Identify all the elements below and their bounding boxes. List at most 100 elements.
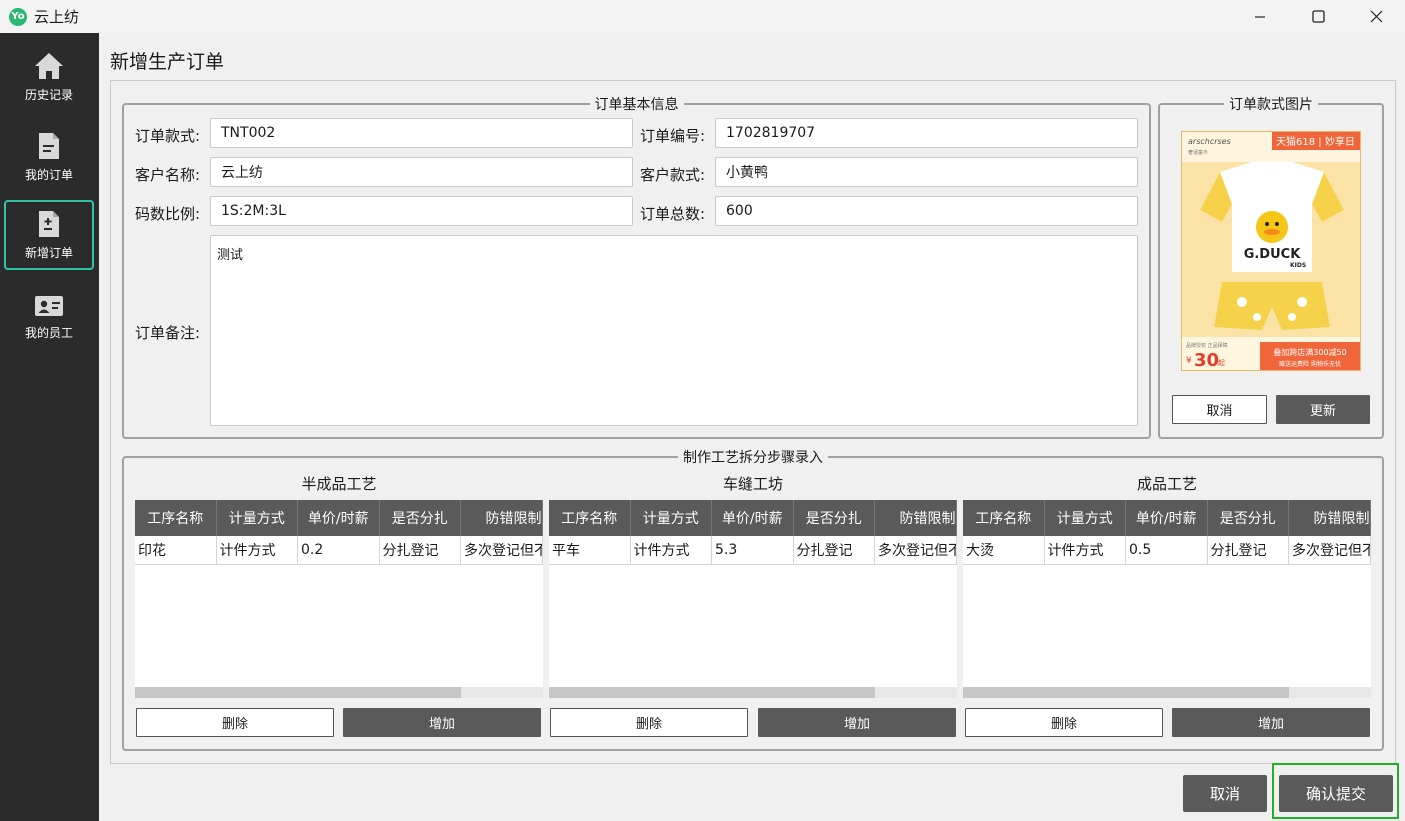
order-no-label: 订单编号: [640, 127, 706, 145]
table-cell[interactable]: 平车 [549, 536, 631, 564]
total-input[interactable]: 600 [715, 196, 1138, 226]
product-image[interactable]: arschcrses 奢适童® 天猫618 | 妙享日 G.DUCK KIDS … [1181, 131, 1361, 371]
horizontal-scrollbar[interactable] [963, 687, 1371, 698]
table-cell[interactable]: 大烫 [963, 536, 1045, 564]
scrollbar-thumb[interactable] [135, 687, 462, 698]
image-brand-sub-text: 奢适童® [1188, 149, 1208, 156]
image-promo-line2-text: 赠送运费险 购物乐无忧 [1279, 360, 1341, 368]
minimize-button[interactable] [1231, 0, 1289, 33]
maximize-icon [1311, 10, 1325, 23]
image-cancel-button[interactable]: 取消 [1172, 395, 1267, 424]
table-row[interactable]: 大烫 计件方式 0.5 分扎登记 多次登记但不 [963, 536, 1371, 565]
column-header[interactable]: 防错限制 [461, 500, 543, 536]
horizontal-scrollbar[interactable] [549, 687, 957, 698]
table-row[interactable]: 平车 计件方式 5.3 分扎登记 多次登记但不 [549, 536, 957, 565]
app-logo-icon: Yo [9, 7, 27, 26]
column-header[interactable]: 防错限制 [1289, 500, 1371, 536]
title-bar: Yo 云上纺 [0, 0, 1405, 33]
sidebar-item-label: 我的员工 [24, 325, 73, 340]
table-cell[interactable]: 分扎登记 [1208, 536, 1289, 564]
column-header[interactable]: 单价/时薪 [1126, 500, 1208, 536]
document-icon [39, 132, 59, 159]
column-header[interactable]: 是否分扎 [794, 500, 875, 536]
product-photo: arschcrses 奢适童® 天猫618 | 妙享日 G.DUCK KIDS … [1182, 132, 1360, 371]
image-price-text: 30 [1194, 350, 1219, 371]
process-table-sewing[interactable]: 工序名称 计量方式 单价/时薪 是否分扎 防错限制 平车 计件方式 5.3 分扎… [549, 500, 957, 698]
sidebar-item-history[interactable]: 历史记录 [4, 42, 94, 112]
table-header: 工序名称 计量方式 单价/时薪 是否分扎 防错限制 [963, 500, 1371, 536]
image-store-note-text: 品牌授权 正品保障 [1186, 342, 1228, 349]
customer-style-label: 客户款式: [640, 166, 706, 184]
add-button-sewing[interactable]: 增加 [758, 708, 956, 737]
id-card-icon [35, 295, 63, 316]
image-price-suffix-text: 起 [1218, 359, 1225, 367]
scrollbar-thumb[interactable] [549, 687, 876, 698]
horizontal-scrollbar[interactable] [135, 687, 543, 698]
home-icon [35, 52, 63, 79]
style-label: 订单款式: [135, 127, 201, 145]
table-cell[interactable]: 0.5 [1126, 536, 1208, 564]
table-cell[interactable]: 计件方式 [217, 536, 298, 564]
column-header[interactable]: 是否分扎 [380, 500, 461, 536]
column-header[interactable]: 计量方式 [217, 500, 298, 536]
table-row[interactable]: 印花 计件方式 0.2 分扎登记 多次登记但不 [135, 536, 543, 565]
size-ratio-input[interactable]: 1S:2M:3L [210, 196, 633, 226]
section-title-sewing: 车缝工坊 [722, 475, 783, 493]
column-header[interactable]: 是否分扎 [1208, 500, 1289, 536]
cancel-button[interactable]: 取消 [1183, 775, 1267, 812]
table-cell[interactable]: 分扎登记 [794, 536, 875, 564]
remark-textarea[interactable]: 测试 [210, 235, 1138, 426]
process-table-finished[interactable]: 工序名称 计量方式 单价/时薪 是否分扎 防错限制 大烫 计件方式 0.5 分扎… [963, 500, 1371, 698]
submit-button[interactable]: 确认提交 [1279, 775, 1393, 812]
customer-style-input[interactable]: 小黄鸭 [715, 157, 1138, 187]
order-no-input[interactable]: 1702819707 [715, 118, 1138, 148]
scrollbar-thumb[interactable] [963, 687, 1290, 698]
delete-button-semi[interactable]: 删除 [136, 708, 334, 737]
table-cell[interactable]: 多次登记但不 [1289, 536, 1371, 564]
table-cell[interactable]: 5.3 [712, 536, 794, 564]
image-logo-sub-text: KIDS [1290, 262, 1306, 269]
image-update-button[interactable]: 更新 [1276, 395, 1370, 424]
column-header[interactable]: 防错限制 [875, 500, 957, 536]
delete-button-finished[interactable]: 删除 [965, 708, 1163, 737]
app-logo-glyph: Yo [11, 11, 25, 22]
customer-input[interactable]: 云上纺 [210, 157, 633, 187]
image-price-prefix-text: ¥ [1186, 356, 1192, 366]
table-cell[interactable]: 计件方式 [631, 536, 712, 564]
sidebar-item-new-order[interactable]: 新增订单 [4, 200, 94, 270]
table-cell[interactable]: 计件方式 [1045, 536, 1126, 564]
add-button-semi[interactable]: 增加 [343, 708, 541, 737]
column-header[interactable]: 计量方式 [631, 500, 712, 536]
table-header: 工序名称 计量方式 单价/时薪 是否分扎 防错限制 [135, 500, 543, 536]
image-promo-line1-text: 叠加跨店满300减50 [1273, 347, 1346, 357]
delete-button-sewing[interactable]: 删除 [550, 708, 748, 737]
table-cell[interactable]: 分扎登记 [380, 536, 461, 564]
column-header[interactable]: 单价/时薪 [298, 500, 380, 536]
image-promo-tag-text: 天猫618 | 妙享日 [1276, 135, 1355, 148]
table-cell[interactable]: 印花 [135, 536, 217, 564]
close-button[interactable] [1347, 0, 1405, 33]
image-logo-text: G.DUCK [1244, 247, 1301, 262]
total-label: 订单总数: [640, 205, 706, 223]
column-header[interactable]: 工序名称 [963, 500, 1045, 536]
image-legend: 订单款式图片 [1229, 97, 1313, 113]
customer-label: 客户名称: [135, 166, 201, 184]
column-header[interactable]: 计量方式 [1045, 500, 1126, 536]
column-header[interactable]: 单价/时薪 [712, 500, 794, 536]
sidebar-item-my-staff[interactable]: 我的员工 [4, 282, 94, 352]
process-legend: 制作工艺拆分步骤录入 [683, 450, 823, 466]
table-cell[interactable]: 多次登记但不 [875, 536, 957, 564]
maximize-button[interactable] [1289, 0, 1347, 33]
sidebar-item-label: 我的订单 [24, 167, 73, 182]
sidebar: 历史记录 我的订单 新增订单 我的员工 [0, 33, 99, 821]
section-title-finished: 成品工艺 [1136, 475, 1197, 493]
style-input[interactable]: TNT002 [210, 118, 633, 148]
table-cell[interactable]: 0.2 [298, 536, 380, 564]
process-table-semi[interactable]: 工序名称 计量方式 单价/时薪 是否分扎 防错限制 印花 计件方式 0.2 分扎… [135, 500, 543, 698]
size-ratio-label: 码数比例: [135, 205, 201, 223]
column-header[interactable]: 工序名称 [549, 500, 631, 536]
table-cell[interactable]: 多次登记但不 [461, 536, 543, 564]
sidebar-item-my-orders[interactable]: 我的订单 [4, 122, 94, 192]
add-button-finished[interactable]: 增加 [1172, 708, 1370, 737]
column-header[interactable]: 工序名称 [135, 500, 217, 536]
